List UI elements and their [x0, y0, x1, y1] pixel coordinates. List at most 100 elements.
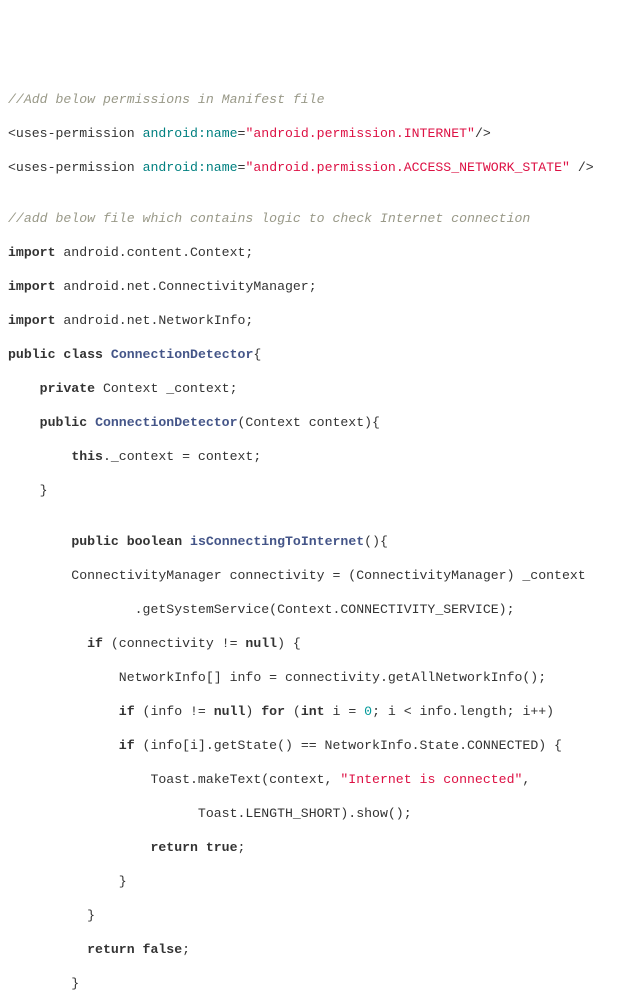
space — [135, 942, 143, 957]
indent — [8, 415, 40, 430]
keyword: public — [71, 534, 118, 549]
text: ) — [245, 704, 261, 719]
code-line: } — [8, 907, 622, 924]
xml-open: < — [8, 126, 16, 141]
keyword: public — [8, 347, 55, 362]
text: (info != — [135, 704, 214, 719]
text: ( — [285, 704, 301, 719]
text: (Context context){ — [238, 415, 380, 430]
text: (connectivity != — [103, 636, 245, 651]
text: ._context = context; — [103, 449, 261, 464]
number: 0 — [364, 704, 372, 719]
code-line: //Add below permissions in Manifest file — [8, 91, 622, 108]
xml-attr: android:name — [143, 160, 238, 175]
code-line: Toast.makeText(context, "Internet is con… — [8, 771, 622, 788]
keyword: this — [71, 449, 103, 464]
text: i = — [325, 704, 365, 719]
text: (info[i].getState() == NetworkInfo.State… — [135, 738, 562, 753]
indent — [8, 534, 71, 549]
code-line: <uses-permission android:name="android.p… — [8, 125, 622, 142]
text: Context _context; — [95, 381, 237, 396]
indent: Toast.makeText(context, — [8, 772, 340, 787]
method: isConnectingToInternet — [190, 534, 364, 549]
code-line: import android.net.ConnectivityManager; — [8, 278, 622, 295]
code-line: .getSystemService(Context.CONNECTIVITY_S… — [8, 601, 622, 618]
keyword: null — [214, 704, 246, 719]
keyword: return — [87, 942, 134, 957]
code-line: if (info[i].getState() == NetworkInfo.St… — [8, 737, 622, 754]
xml-tag: uses-permission — [16, 126, 135, 141]
text: } — [8, 908, 95, 923]
keyword: private — [40, 381, 95, 396]
text: } — [8, 483, 48, 498]
code-block: //Add below permissions in Manifest file… — [8, 74, 622, 1000]
string: "Internet is connected" — [340, 772, 522, 787]
space — [87, 415, 95, 430]
type: ConnectionDetector — [95, 415, 237, 430]
indent — [8, 942, 87, 957]
space — [135, 160, 143, 175]
keyword: if — [87, 636, 103, 651]
text: } — [8, 874, 127, 889]
text: ; — [182, 942, 190, 957]
code-line: <uses-permission android:name="android.p… — [8, 159, 622, 176]
space — [103, 347, 111, 362]
text: NetworkInfo[] info = connectivity.getAll… — [8, 670, 546, 685]
keyword: if — [119, 704, 135, 719]
code-line: public ConnectionDetector(Context contex… — [8, 414, 622, 431]
keyword: false — [143, 942, 183, 957]
text: ) { — [277, 636, 301, 651]
code-line: private Context _context; — [8, 380, 622, 397]
keyword: for — [261, 704, 285, 719]
keyword: class — [63, 347, 103, 362]
text: ; — [238, 840, 246, 855]
keyword: import — [8, 245, 55, 260]
comment: //Add below permissions in Manifest file — [8, 92, 325, 107]
code-line: this._context = context; — [8, 448, 622, 465]
code-line: //add below file which contains logic to… — [8, 210, 622, 227]
code-line: Toast.LENGTH_SHORT).show(); — [8, 805, 622, 822]
text: android.net.NetworkInfo; — [55, 313, 253, 328]
keyword: if — [119, 738, 135, 753]
xml-tag: uses-permission — [16, 160, 135, 175]
code-line: if (connectivity != null) { — [8, 635, 622, 652]
text: android.content.Context; — [55, 245, 253, 260]
indent — [8, 636, 87, 651]
type: ConnectionDetector — [111, 347, 253, 362]
xml-close: /> — [570, 160, 594, 175]
code-line: public class ConnectionDetector{ — [8, 346, 622, 363]
text: ; i < info.length; i++) — [372, 704, 554, 719]
space — [119, 534, 127, 549]
text: , — [522, 772, 530, 787]
code-line: import android.content.Context; — [8, 244, 622, 261]
indent — [8, 381, 40, 396]
code-line: if (info != null) for (int i = 0; i < in… — [8, 703, 622, 720]
text: ConnectivityManager connectivity = (Conn… — [8, 568, 586, 583]
text: .getSystemService(Context.CONNECTIVITY_S… — [8, 602, 514, 617]
keyword: null — [245, 636, 277, 651]
indent — [8, 704, 119, 719]
xml-attr: android:name — [143, 126, 238, 141]
code-line: } — [8, 873, 622, 890]
comment: //add below file which contains logic to… — [8, 211, 530, 226]
indent — [8, 449, 71, 464]
text: Toast.LENGTH_SHORT).show(); — [8, 806, 412, 821]
space — [182, 534, 190, 549]
code-line: NetworkInfo[] info = connectivity.getAll… — [8, 669, 622, 686]
keyword: boolean — [127, 534, 182, 549]
text: (){ — [364, 534, 388, 549]
code-line: ConnectivityManager connectivity = (Conn… — [8, 567, 622, 584]
code-line: public boolean isConnectingToInternet(){ — [8, 533, 622, 550]
text: } — [8, 976, 79, 991]
space — [198, 840, 206, 855]
string: "android.permission.INTERNET" — [245, 126, 475, 141]
text: { — [253, 347, 261, 362]
keyword: return — [150, 840, 197, 855]
keyword: import — [8, 313, 55, 328]
xml-close: /> — [475, 126, 491, 141]
keyword: true — [206, 840, 238, 855]
keyword: public — [40, 415, 87, 430]
code-line: } — [8, 482, 622, 499]
space — [135, 126, 143, 141]
code-line: return false; — [8, 941, 622, 958]
